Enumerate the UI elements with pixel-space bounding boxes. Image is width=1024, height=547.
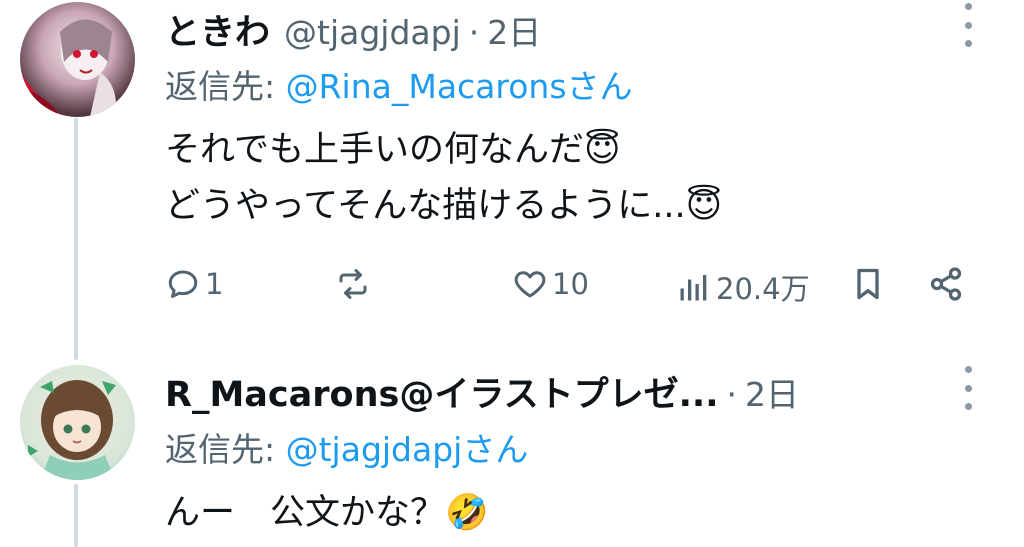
bookmark-icon bbox=[857, 268, 879, 300]
more-options-icon[interactable] bbox=[958, 366, 978, 410]
separator-dot: · bbox=[726, 375, 738, 414]
retweet-icon bbox=[339, 269, 367, 299]
views-button[interactable]: 20.4万 bbox=[676, 266, 810, 308]
reply-mention-link[interactable]: @Rina_Macarons bbox=[286, 67, 567, 106]
thread-connector bbox=[74, 118, 78, 360]
reply-honorific: さん bbox=[462, 430, 529, 469]
reply-count: 1 bbox=[205, 267, 224, 301]
analytics-icon bbox=[680, 275, 707, 301]
separator-dot: · bbox=[468, 13, 480, 52]
smiling-halo-emoji: 😇 bbox=[583, 130, 621, 170]
thread-connector bbox=[74, 484, 78, 547]
like-count: 10 bbox=[552, 267, 589, 301]
heart-icon bbox=[514, 271, 546, 298]
tweet-text: んー 公文かな？🤣 bbox=[165, 485, 489, 541]
tweet-text-line: それでも上手いの何なんだ😇 bbox=[165, 130, 621, 170]
reply-mention-link[interactable]: @tjagjdapj bbox=[286, 430, 463, 469]
reply-button[interactable]: 1 bbox=[165, 266, 223, 302]
share-icon bbox=[930, 267, 962, 301]
tweet-text: それでも上手いの何なんだ😇 どうやってそんな描けるように...😇 bbox=[165, 122, 722, 234]
reply-honorific: さん bbox=[566, 67, 633, 106]
replying-to: 返信先: @Rina_Macaronsさん bbox=[165, 60, 633, 108]
user-handle[interactable]: @tjagjdapj bbox=[284, 13, 461, 52]
tweet-text-line: んー 公文かな？🤣 bbox=[165, 493, 489, 533]
avatar[interactable] bbox=[20, 2, 135, 117]
bookmark-button[interactable] bbox=[850, 266, 886, 302]
smiling-halo-emoji: 😇 bbox=[685, 186, 723, 226]
tweet-text-line: どうやってそんな描けるように...😇 bbox=[165, 186, 723, 226]
more-options-icon[interactable] bbox=[958, 3, 978, 47]
share-button[interactable] bbox=[928, 266, 964, 302]
timestamp[interactable]: 2日 bbox=[745, 368, 799, 416]
replying-to: 返信先: @tjagjdapjさん bbox=[165, 423, 528, 471]
reply-prefix: 返信先: bbox=[165, 67, 286, 106]
display-name[interactable]: R_Macarons@イラストプレゼ... bbox=[165, 366, 719, 417]
reply-icon bbox=[168, 270, 198, 298]
rolling-laughing-emoji: 🤣 bbox=[445, 493, 489, 533]
timestamp[interactable]: 2日 bbox=[487, 6, 541, 54]
retweet-button[interactable] bbox=[335, 266, 371, 302]
display-name[interactable]: ときわ bbox=[165, 4, 270, 55]
views-count: 20.4万 bbox=[716, 272, 810, 306]
tweet-header: ときわ @tjagjdapj · 2日 bbox=[165, 4, 541, 55]
tweet-header: R_Macarons@イラストプレゼ... · 2日 bbox=[165, 366, 799, 417]
like-button[interactable]: 10 bbox=[512, 266, 589, 302]
reply-prefix: 返信先: bbox=[165, 430, 286, 469]
avatar[interactable] bbox=[20, 365, 135, 480]
